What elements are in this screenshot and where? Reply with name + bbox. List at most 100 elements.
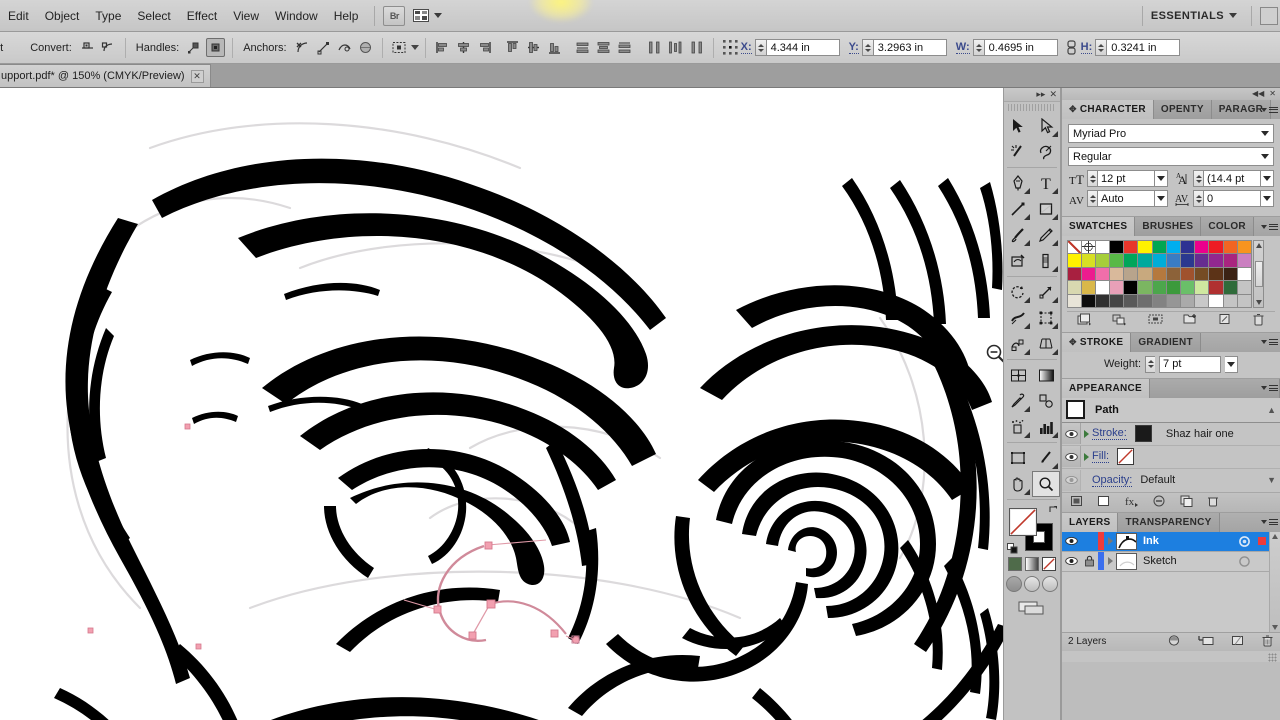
swatch-cell[interactable] — [1123, 294, 1138, 309]
swatch-cell[interactable] — [1223, 253, 1238, 268]
align-left-icon[interactable] — [433, 38, 452, 57]
swatch-cell[interactable] — [1208, 253, 1223, 268]
workspace-chevron-down-icon[interactable] — [1229, 13, 1237, 18]
swatch-cell[interactable] — [1152, 240, 1167, 255]
swatch-libraries-icon[interactable] — [1077, 313, 1092, 329]
stroke-weight-stepper[interactable] — [1145, 356, 1155, 373]
blend-tool[interactable] — [1032, 388, 1060, 414]
workspace-switcher-label[interactable]: ESSENTIALS — [1151, 10, 1224, 22]
fill-color-swatch[interactable] — [1009, 508, 1037, 536]
hide-handles-icon[interactable] — [185, 38, 204, 57]
swatch-cell[interactable] — [1180, 267, 1195, 282]
swatch-cell[interactable] — [1081, 240, 1096, 255]
swatch-cell[interactable] — [1081, 280, 1096, 295]
tab-appearance[interactable]: APPEARANCE — [1062, 379, 1150, 398]
scale-tool[interactable] — [1032, 279, 1060, 305]
stroke-weight-value[interactable]: 7 pt — [1159, 356, 1221, 373]
full-screen-with-menu-icon[interactable] — [1024, 576, 1040, 592]
x-position-field[interactable]: X: 4.344 in — [741, 39, 840, 56]
menu-select[interactable]: Select — [129, 6, 178, 26]
swatch-cell[interactable] — [1109, 240, 1124, 255]
swatch-cell[interactable] — [1180, 280, 1195, 295]
color-fill-mode-icon[interactable] — [1008, 557, 1022, 571]
x-stepper[interactable] — [755, 39, 766, 56]
target-indicator-icon[interactable] — [1233, 555, 1255, 568]
pencil-tool[interactable] — [1032, 222, 1060, 248]
appearance-opacity-label[interactable]: Opacity: — [1092, 474, 1132, 487]
target-indicator-icon[interactable] — [1233, 535, 1255, 548]
artboard-canvas[interactable] — [0, 88, 1003, 720]
swatch-cell[interactable] — [1137, 253, 1152, 268]
menu-edit[interactable]: Edit — [0, 6, 37, 26]
remove-anchor-point-icon[interactable] — [293, 38, 312, 57]
convert-to-smooth-icon[interactable] — [99, 38, 118, 57]
tab-layers[interactable]: LAYERS — [1062, 513, 1118, 532]
layer-row-sketch[interactable]: Sketch — [1062, 552, 1269, 572]
swatch-cell[interactable] — [1194, 240, 1209, 255]
connect-anchor-points-icon[interactable] — [314, 38, 333, 57]
swatch-cell[interactable] — [1180, 240, 1195, 255]
line-segment-tool[interactable] — [1004, 196, 1032, 222]
width-field[interactable]: W: 0.4695 in — [956, 39, 1058, 56]
close-dock-icon[interactable]: ✕ — [1269, 90, 1276, 98]
none-fill-mode-icon[interactable] — [1042, 557, 1056, 571]
show-handles-icon[interactable] — [206, 38, 225, 57]
swatch-cell[interactable] — [1152, 267, 1167, 282]
make-clipping-mask-icon[interactable] — [1167, 634, 1182, 650]
swatch-cell[interactable] — [1081, 253, 1096, 268]
direct-selection-tool[interactable] — [1032, 113, 1060, 139]
align-right-icon[interactable] — [475, 38, 494, 57]
delete-item-icon[interactable] — [1207, 495, 1219, 510]
clear-appearance-icon[interactable] — [1153, 495, 1166, 510]
distribute-horizontal-center-icon[interactable] — [666, 38, 685, 57]
align-vertical-center-icon[interactable] — [524, 38, 543, 57]
swatch-cell[interactable] — [1237, 253, 1252, 268]
swatch-cell[interactable] — [1095, 240, 1110, 255]
layer-name-ink[interactable]: Ink — [1143, 535, 1233, 547]
font-family-select[interactable]: Myriad Pro — [1068, 124, 1274, 143]
swatch-cell[interactable] — [1067, 240, 1082, 255]
go-to-bridge-button[interactable]: Br — [383, 6, 405, 26]
font-size-value[interactable]: 12 pt — [1097, 170, 1155, 187]
tab-swatches[interactable]: SWATCHES — [1062, 217, 1135, 236]
menu-help[interactable]: Help — [326, 6, 367, 26]
visibility-eye-icon[interactable] — [1062, 556, 1080, 566]
swatch-cell[interactable] — [1123, 267, 1138, 282]
swatch-grid[interactable] — [1067, 240, 1251, 308]
tab-opentype[interactable]: OPENTY — [1154, 100, 1212, 119]
kerning-chevron-down-icon[interactable] — [1155, 190, 1168, 207]
swatch-cell[interactable] — [1137, 267, 1152, 282]
swatch-cell[interactable] — [1166, 253, 1181, 268]
selection-tool[interactable] — [1004, 113, 1032, 139]
swatch-cell[interactable] — [1137, 294, 1152, 309]
distribute-left-icon[interactable] — [645, 38, 664, 57]
column-graph-tool[interactable] — [1032, 414, 1060, 440]
link-chain-icon[interactable] — [1065, 39, 1078, 57]
distribute-right-icon[interactable] — [687, 38, 706, 57]
swatch-cell[interactable] — [1137, 240, 1152, 255]
distribute-vertical-center-icon[interactable] — [594, 38, 613, 57]
arrange-documents-icon[interactable] — [415, 6, 439, 26]
leading-chevron-down-icon[interactable] — [1261, 170, 1274, 187]
h-input[interactable]: 0.3241 in — [1106, 39, 1180, 56]
delete-layer-icon[interactable] — [1261, 634, 1274, 650]
shape-builder-tool[interactable] — [1004, 331, 1032, 357]
swatch-cell[interactable] — [1123, 280, 1138, 295]
close-icon[interactable]: ✕ — [191, 70, 204, 83]
swap-fill-stroke-icon[interactable] — [1048, 504, 1059, 515]
expand-layer-icon[interactable] — [1104, 537, 1116, 545]
tab-color[interactable]: COLOR — [1201, 217, 1254, 236]
hand-tool[interactable] — [1004, 471, 1032, 497]
swatch-cell[interactable] — [1237, 280, 1252, 295]
swatch-cell[interactable] — [1237, 240, 1252, 255]
character-panel-menu-icon[interactable] — [1261, 103, 1277, 116]
swatch-cell[interactable] — [1208, 267, 1223, 282]
swatch-cell[interactable] — [1081, 294, 1096, 309]
y-input[interactable]: 3.2963 in — [873, 39, 947, 56]
swatch-cell[interactable] — [1067, 294, 1082, 309]
visibility-eye-icon[interactable] — [1062, 536, 1080, 546]
w-input[interactable]: 0.4695 in — [984, 39, 1058, 56]
swatch-cell[interactable] — [1152, 294, 1167, 309]
swatch-cell[interactable] — [1067, 253, 1082, 268]
appearance-row-fill[interactable]: Fill: — [1062, 446, 1280, 469]
